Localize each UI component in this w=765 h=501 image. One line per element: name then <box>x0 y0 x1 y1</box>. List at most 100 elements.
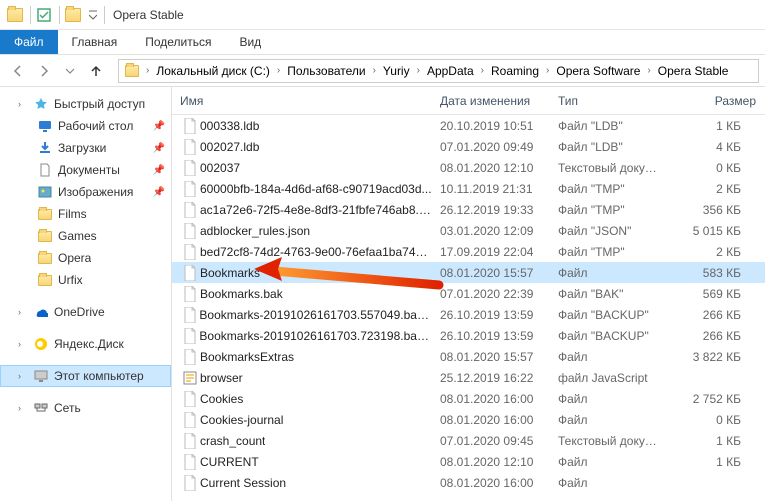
qat-dropdown[interactable] <box>86 4 100 26</box>
sidebar-item-network[interactable]: › Сеть <box>0 397 171 419</box>
desktop-icon <box>36 119 54 133</box>
sidebar-item-this-pc[interactable]: › Этот компьютер <box>0 365 171 387</box>
sidebar-item-pictures[interactable]: Изображения 📌 <box>0 181 171 203</box>
breadcrumb-segment[interactable]: Roaming <box>487 60 543 82</box>
sidebar-item-urfix[interactable]: Urfix <box>0 269 171 291</box>
table-row[interactable]: bed72cf8-74d2-4763-9e00-76efaa1ba74b...1… <box>172 241 765 262</box>
table-row[interactable]: 002027.ldb07.01.2020 09:49Файл "LDB"4 КБ <box>172 136 765 157</box>
file-date: 07.01.2020 09:49 <box>432 140 550 154</box>
file-icon <box>180 181 200 197</box>
sidebar: › Быстрый доступ Рабочий стол 📌 Загрузки… <box>0 87 172 501</box>
file-type: Файл <box>550 392 670 406</box>
table-row[interactable]: Bookmarks08.01.2020 15:57Файл583 КБ <box>172 262 765 283</box>
table-row[interactable]: Bookmarks-20191026161703.557049.back...2… <box>172 304 765 325</box>
table-row[interactable]: 00203708.01.2020 12:10Текстовый докум...… <box>172 157 765 178</box>
table-row[interactable]: 60000bfb-184a-4d6d-af68-c90719acd03d...1… <box>172 178 765 199</box>
table-row[interactable]: Cookies08.01.2020 16:00Файл2 752 КБ <box>172 388 765 409</box>
file-date: 08.01.2020 15:57 <box>432 266 550 280</box>
file-list-area: Имя Дата изменения Тип Размер 000338.ldb… <box>172 87 765 501</box>
sidebar-item-opera[interactable]: Opera <box>0 247 171 269</box>
chevron-right-icon[interactable]: › <box>478 65 487 76</box>
table-row[interactable]: browser25.12.2019 16:22файл JavaScript <box>172 367 765 388</box>
file-icon <box>180 160 200 176</box>
file-icon <box>180 244 200 260</box>
table-row[interactable]: Cookies-journal08.01.2020 16:00Файл0 КБ <box>172 409 765 430</box>
file-name: bed72cf8-74d2-4763-9e00-76efaa1ba74b... <box>200 245 432 259</box>
tab-share[interactable]: Поделиться <box>131 30 225 54</box>
breadcrumb-segment[interactable]: Локальный диск (C:) <box>152 60 274 82</box>
sidebar-item-desktop[interactable]: Рабочий стол 📌 <box>0 115 171 137</box>
breadcrumb-segment[interactable]: Opera Stable <box>654 60 733 82</box>
sidebar-item-quick-access[interactable]: › Быстрый доступ <box>0 93 171 115</box>
table-row[interactable]: Current Session08.01.2020 16:00Файл <box>172 472 765 493</box>
file-grid[interactable]: 000338.ldb20.10.2019 10:51Файл "LDB"1 КБ… <box>172 115 765 501</box>
breadcrumb-segment[interactable]: Opera Software <box>552 60 644 82</box>
file-icon <box>180 412 200 428</box>
sidebar-item-yandex[interactable]: › Яндекс.Диск <box>0 333 171 355</box>
nav-recent-button[interactable] <box>58 59 82 83</box>
nav-up-button[interactable] <box>84 59 108 83</box>
file-date: 17.09.2019 22:04 <box>432 245 550 259</box>
chevron-right-icon[interactable]: › <box>644 65 653 76</box>
downloads-icon <box>36 141 54 155</box>
window-title: Opera Stable <box>113 8 184 22</box>
breadcrumb-segment[interactable]: Yuriy <box>379 60 414 82</box>
folder-icon <box>36 231 54 242</box>
file-type: Файл "BAK" <box>550 287 670 301</box>
file-type: Файл "BACKUP" <box>550 308 670 322</box>
qat-select-icon[interactable] <box>33 4 55 26</box>
pin-icon: 📌 <box>153 165 165 176</box>
file-icon <box>180 328 199 344</box>
table-row[interactable]: crash_count07.01.2020 09:45Текстовый док… <box>172 430 765 451</box>
table-row[interactable]: ac1a72e6-72f5-4e8e-8df3-21fbfe746ab8.t..… <box>172 199 765 220</box>
table-row[interactable]: CURRENT08.01.2020 12:10Файл1 КБ <box>172 451 765 472</box>
table-row[interactable]: Bookmarks.bak07.01.2020 22:39Файл "BAK"5… <box>172 283 765 304</box>
file-size: 2 КБ <box>670 182 765 196</box>
sidebar-item-downloads[interactable]: Загрузки 📌 <box>0 137 171 159</box>
table-row[interactable]: BookmarksExtras08.01.2020 15:57Файл3 822… <box>172 346 765 367</box>
chevron-right-icon[interactable]: › <box>18 403 30 413</box>
chevron-right-icon[interactable]: › <box>18 371 30 381</box>
sidebar-item-games[interactable]: Games <box>0 225 171 247</box>
breadcrumb[interactable]: › Локальный диск (C:)›Пользователи›Yuriy… <box>118 59 759 83</box>
file-size: 356 КБ <box>670 203 765 217</box>
chevron-right-icon[interactable]: › <box>370 65 379 76</box>
column-date[interactable]: Дата изменения <box>432 87 550 114</box>
file-size: 1 КБ <box>670 119 765 133</box>
column-size[interactable]: Размер <box>670 87 765 114</box>
sidebar-item-documents[interactable]: Документы 📌 <box>0 159 171 181</box>
tab-file[interactable]: Файл <box>0 30 58 54</box>
breadcrumb-segment[interactable]: AppData <box>423 60 478 82</box>
chevron-right-icon[interactable]: › <box>18 339 30 349</box>
folder-icon <box>36 253 54 264</box>
file-type: Файл "TMP" <box>550 182 670 196</box>
chevron-right-icon[interactable]: › <box>143 65 152 76</box>
file-name: browser <box>200 371 243 385</box>
file-size: 2 КБ <box>670 245 765 259</box>
bc-root-icon[interactable] <box>121 60 143 82</box>
chevron-right-icon[interactable]: › <box>543 65 552 76</box>
chevron-right-icon[interactable]: › <box>18 99 30 109</box>
file-date: 26.10.2019 13:59 <box>432 329 550 343</box>
tab-view[interactable]: Вид <box>225 30 275 54</box>
chevron-right-icon[interactable]: › <box>274 65 283 76</box>
file-size: 2 752 КБ <box>670 392 765 406</box>
sidebar-item-films[interactable]: Films <box>0 203 171 225</box>
file-date: 08.01.2020 16:00 <box>432 392 550 406</box>
tab-home[interactable]: Главная <box>58 30 132 54</box>
table-row[interactable]: Bookmarks-20191026161703.723198.back...2… <box>172 325 765 346</box>
nav-forward-button[interactable] <box>32 59 56 83</box>
table-row[interactable]: 000338.ldb20.10.2019 10:51Файл "LDB"1 КБ <box>172 115 765 136</box>
file-date: 25.12.2019 16:22 <box>432 371 550 385</box>
breadcrumb-segment[interactable]: Пользователи <box>283 60 369 82</box>
column-name[interactable]: Имя <box>172 87 432 114</box>
sidebar-item-onedrive[interactable]: › OneDrive <box>0 301 171 323</box>
chevron-right-icon[interactable]: › <box>414 65 423 76</box>
nav-back-button[interactable] <box>6 59 30 83</box>
table-row[interactable]: adblocker_rules.json03.01.2020 12:09Файл… <box>172 220 765 241</box>
file-name: 60000bfb-184a-4d6d-af68-c90719acd03d... <box>200 182 432 196</box>
file-size: 1 КБ <box>670 455 765 469</box>
file-icon <box>180 307 199 323</box>
chevron-right-icon[interactable]: › <box>18 307 30 317</box>
column-type[interactable]: Тип <box>550 87 670 114</box>
